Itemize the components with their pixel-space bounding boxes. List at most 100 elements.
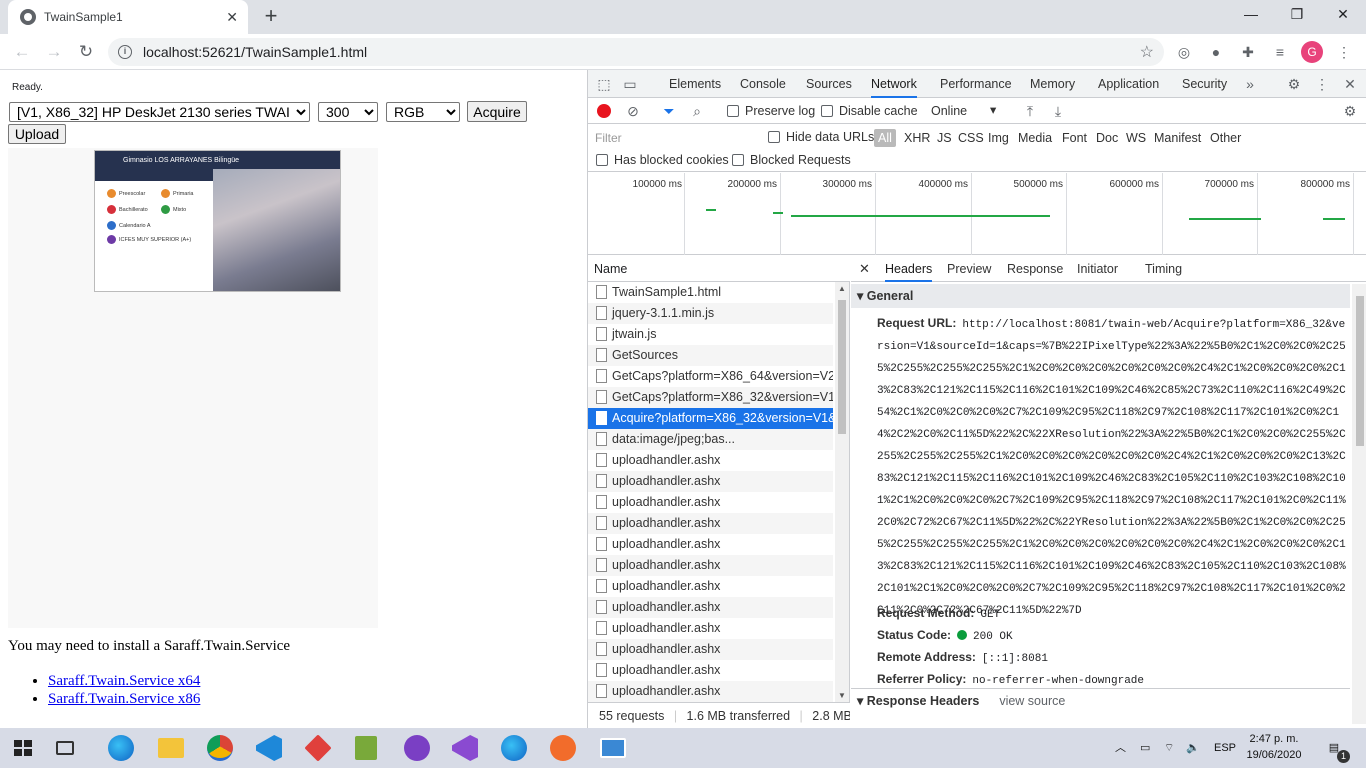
detail-scrollbar[interactable]: [1352, 284, 1366, 724]
visual-studio-icon[interactable]: [452, 735, 478, 761]
filter-media[interactable]: Media: [1018, 129, 1052, 147]
link-service-x86[interactable]: Saraff.Twain.Service x86: [48, 691, 200, 707]
filter-font[interactable]: Font: [1062, 129, 1087, 147]
tab-response[interactable]: Response: [1007, 256, 1063, 282]
name-column-header[interactable]: Name: [588, 256, 850, 282]
request-row[interactable]: GetCaps?platform=X86_64&version=V2&: [588, 366, 833, 387]
minimize-button[interactable]: —: [1228, 0, 1274, 30]
forward-button[interactable]: →: [42, 40, 66, 64]
extension-icon-1[interactable]: ◎: [1174, 42, 1194, 62]
profile-avatar[interactable]: G: [1301, 41, 1323, 63]
filter-manifest[interactable]: Manifest: [1154, 129, 1201, 147]
request-row[interactable]: TwainSample1.html: [588, 282, 833, 303]
tab-application[interactable]: Application: [1098, 70, 1159, 98]
notepad-icon[interactable]: [355, 736, 377, 760]
request-row[interactable]: uploadhandler.ashx: [588, 492, 833, 513]
close-detail-icon[interactable]: ✕: [859, 256, 870, 282]
request-row[interactable]: uploadhandler.ashx: [588, 555, 833, 576]
tab-performance[interactable]: Performance: [940, 70, 1012, 98]
git-icon[interactable]: [304, 734, 332, 762]
export-har-icon[interactable]: ⤓: [1048, 101, 1068, 121]
chevron-down-icon[interactable]: ▾: [990, 102, 996, 117]
link-service-x64[interactable]: Saraff.Twain.Service x64: [48, 673, 200, 689]
filter-input[interactable]: Filter: [592, 129, 756, 147]
disable-cache-checkbox[interactable]: [821, 105, 833, 117]
language-indicator[interactable]: ESP: [1214, 728, 1236, 768]
url-text[interactable]: localhost:52621/TwainSample1.html: [143, 44, 1140, 60]
tab-security[interactable]: Security: [1182, 70, 1227, 98]
media-control-icon[interactable]: ≡: [1270, 42, 1290, 62]
request-row[interactable]: uploadhandler.ashx: [588, 660, 833, 681]
bookmark-star-icon[interactable]: ☆: [1140, 42, 1154, 62]
remote-desktop-icon[interactable]: [600, 738, 626, 758]
record-icon[interactable]: [597, 104, 611, 118]
dpi-select[interactable]: 300: [318, 102, 378, 122]
request-row[interactable]: uploadhandler.ashx: [588, 450, 833, 471]
request-row[interactable]: uploadhandler.ashx: [588, 618, 833, 639]
restore-button[interactable]: ❐: [1274, 0, 1320, 30]
request-row[interactable]: uploadhandler.ashx: [588, 513, 833, 534]
edge-icon[interactable]: [108, 735, 134, 761]
tab-memory[interactable]: Memory: [1030, 70, 1075, 98]
postman-icon[interactable]: [550, 735, 576, 761]
request-row[interactable]: GetCaps?platform=X86_32&version=V1&: [588, 387, 833, 408]
clear-icon[interactable]: ⊘: [623, 101, 643, 121]
general-section-header[interactable]: ▾ General: [851, 284, 1350, 308]
network-settings-icon[interactable]: ⚙: [1340, 101, 1360, 121]
filter-js[interactable]: JS: [937, 129, 952, 147]
extension-icon-2[interactable]: ●: [1206, 42, 1226, 62]
upload-button[interactable]: Upload: [8, 124, 66, 144]
battery-icon[interactable]: ▭: [1140, 728, 1150, 768]
request-row[interactable]: uploadhandler.ashx: [588, 639, 833, 660]
app-purple-icon[interactable]: [404, 735, 430, 761]
network-overview-timeline[interactable]: 100000 ms 200000 ms 300000 ms 400000 ms …: [588, 173, 1366, 255]
taskbar-clock[interactable]: 2:47 p. m. 19/06/2020: [1242, 731, 1306, 763]
scroll-thumb[interactable]: [1356, 296, 1364, 446]
back-button[interactable]: ←: [10, 40, 34, 64]
new-tab-button[interactable]: +: [258, 4, 284, 30]
request-row[interactable]: uploadhandler.ashx: [588, 534, 833, 555]
chrome-icon[interactable]: [207, 735, 233, 761]
volume-icon[interactable]: 🔈: [1186, 728, 1200, 768]
filter-doc[interactable]: Doc: [1096, 129, 1118, 147]
settings-gear-icon[interactable]: ⚙: [1284, 74, 1304, 94]
vscode-icon[interactable]: [256, 735, 282, 761]
devtools-menu-icon[interactable]: ⋮: [1312, 74, 1332, 94]
filter-ws[interactable]: WS: [1126, 129, 1146, 147]
filter-xhr[interactable]: XHR: [904, 129, 930, 147]
preserve-log-checkbox[interactable]: [727, 105, 739, 117]
tab-console[interactable]: Console: [740, 70, 786, 98]
tab-headers[interactable]: Headers: [885, 256, 933, 282]
import-har-icon[interactable]: ⤒: [1020, 101, 1040, 121]
request-row[interactable]: GetSources: [588, 345, 833, 366]
site-info-icon[interactable]: i: [118, 45, 132, 59]
source-select[interactable]: [V1, X86_32] HP DeskJet 2130 series TWAI…: [9, 102, 310, 122]
close-tab-icon[interactable]: ✕: [226, 9, 238, 26]
tab-initiator[interactable]: Initiator: [1077, 256, 1118, 282]
request-row[interactable]: uploadhandler.ashx: [588, 681, 833, 702]
filter-img[interactable]: Img: [988, 129, 1009, 147]
search-icon[interactable]: ⌕: [687, 101, 707, 121]
view-source-link[interactable]: view source: [999, 694, 1065, 708]
request-row[interactable]: uploadhandler.ashx: [588, 597, 833, 618]
file-explorer-icon[interactable]: [158, 738, 184, 758]
filter-all[interactable]: All: [874, 129, 896, 147]
reload-button[interactable]: ↻: [74, 40, 98, 64]
request-row[interactable]: jquery-3.1.1.min.js: [588, 303, 833, 324]
inspect-element-icon[interactable]: ⬚: [594, 74, 614, 94]
tab-preview[interactable]: Preview: [947, 256, 991, 282]
extensions-puzzle-icon[interactable]: ✚: [1238, 42, 1258, 62]
response-headers-section[interactable]: ▾ Response Headers view source: [851, 688, 1350, 712]
request-row[interactable]: jtwain.js: [588, 324, 833, 345]
filter-funnel-icon[interactable]: ⏷: [659, 101, 679, 121]
edge-beta-icon[interactable]: [501, 735, 527, 761]
windows-start-icon[interactable]: [8, 732, 40, 764]
tab-timing[interactable]: Timing: [1145, 256, 1182, 282]
request-list-scrollbar[interactable]: ▲ ▼: [835, 282, 849, 702]
close-devtools-icon[interactable]: ✕: [1340, 74, 1360, 94]
close-window-button[interactable]: ✕: [1320, 0, 1366, 30]
throttle-select[interactable]: Online: [931, 104, 967, 118]
task-view-icon[interactable]: [56, 741, 74, 755]
more-tabs-icon[interactable]: »: [1240, 74, 1260, 94]
blocked-cookies-checkbox[interactable]: [596, 154, 608, 166]
